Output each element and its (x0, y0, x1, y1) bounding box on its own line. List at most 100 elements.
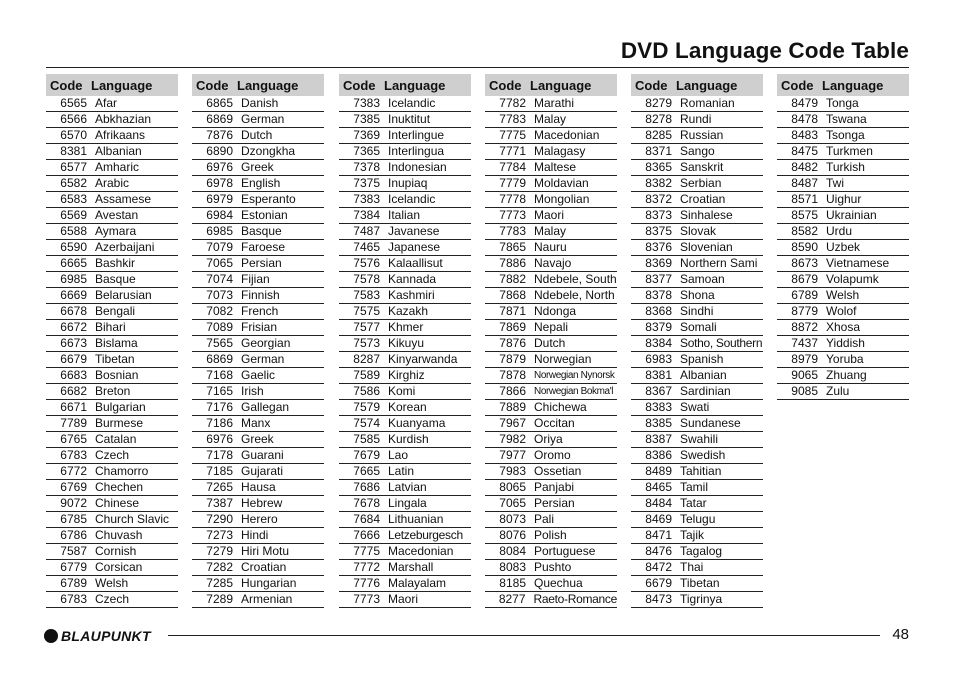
language-name: Bosnian (95, 368, 139, 382)
footer-divider (168, 635, 880, 636)
language-code: 8471 (645, 528, 672, 542)
language-code: 8287 (353, 352, 380, 366)
language-code: 7784 (499, 160, 526, 174)
table-row: 7073 Finnish (192, 288, 324, 304)
table-row: 7577 Khmer (339, 320, 471, 336)
language-code: 7865 (499, 240, 526, 254)
language-name: Yoruba (826, 352, 864, 366)
table-row: 7775 Macedonian (339, 544, 471, 560)
language-code: 7573 (353, 336, 380, 350)
language-code: 9072 (60, 496, 87, 510)
language-name: Avestan (95, 208, 139, 222)
language-name: Tonga (826, 96, 859, 110)
language-code: 8465 (645, 480, 672, 494)
language-code: 7168 (206, 368, 233, 382)
language-name: Bihari (95, 320, 126, 334)
language-name: Maltese (534, 160, 577, 174)
language-name: Spanish (680, 352, 724, 366)
language-code: 7773 (499, 208, 526, 222)
language-name: Welsh (826, 288, 860, 302)
language-name: Ossetian (534, 464, 582, 478)
language-name: Croatian (680, 192, 726, 206)
language-code: 8575 (791, 208, 818, 222)
table-row: 8479 Tonga (777, 96, 909, 112)
table-row: 8285 Russian (631, 128, 763, 144)
language-code: 7587 (60, 544, 87, 558)
table-row: 8083 Pushto (485, 560, 617, 576)
table-row: 6682 Breton (46, 384, 178, 400)
language-code: 8478 (791, 112, 818, 126)
table-header: Code Language (339, 74, 471, 96)
language-name: Zhuang (826, 368, 867, 382)
language-name: Latin (388, 464, 415, 478)
language-name: Kirghiz (388, 368, 425, 382)
table-header: Code Language (631, 74, 763, 96)
table-row: 7589 Kirghiz (339, 368, 471, 384)
language-name: Ndonga (534, 304, 577, 318)
language-code: 8872 (791, 320, 818, 334)
language-code: 8076 (499, 528, 526, 542)
language-name: Maori (534, 208, 565, 222)
language-name: Chichewa (534, 400, 587, 414)
language-code: 7285 (206, 576, 233, 590)
table-row: 7783 Malay (485, 224, 617, 240)
language-name: Occitan (534, 416, 575, 430)
language-name: Nauru (534, 240, 567, 254)
table-row: 8465 Tamil (631, 480, 763, 496)
language-code: 7185 (206, 464, 233, 478)
language-code: 6772 (60, 464, 87, 478)
language-name: Corsican (95, 560, 143, 574)
language-name: Macedonian (388, 544, 454, 558)
table-row: 9065 Zhuang (777, 368, 909, 384)
table-row: 8376 Slovenian (631, 240, 763, 256)
language-name: Esperanto (241, 192, 296, 206)
language-name: Romanian (680, 96, 735, 110)
table-row: 8384 Sotho, Southern (631, 336, 763, 352)
language-code: 6669 (60, 288, 87, 302)
language-table-1: Code Language 6565 Afar 6566 Abkhazian 6570 Afr… (46, 74, 178, 608)
language-name: Norwegian Nynorsk (534, 370, 615, 381)
language-code: 7487 (353, 224, 380, 238)
table-row: 8287 Kinyarwanda (339, 352, 471, 368)
language-name: Marathi (534, 96, 575, 110)
language-name: Dzongkha (241, 144, 296, 158)
table-row: 7079 Faroese (192, 240, 324, 256)
table-row: 6583 Assamese (46, 192, 178, 208)
language-name: Hungarian (241, 576, 297, 590)
language-code: 6789 (791, 288, 818, 302)
language-code: 7178 (206, 448, 233, 462)
language-code: 8371 (645, 144, 672, 158)
language-name: Lithuanian (388, 512, 444, 526)
language-name: Frisian (241, 320, 278, 334)
language-name: Hebrew (241, 496, 283, 510)
table-row: 6976 Greek (192, 160, 324, 176)
table-row: 7886 Navajo (485, 256, 617, 272)
language-name: Tigrinya (680, 592, 723, 606)
language-name: Estonian (241, 208, 288, 222)
language-name: Church Slavic (95, 512, 170, 526)
language-name: Oromo (534, 448, 571, 462)
language-name: Kannada (388, 272, 437, 286)
header-language: Language (237, 77, 299, 93)
language-name: Zulu (826, 384, 850, 398)
table-row: 8367 Sardinian (631, 384, 763, 400)
language-code: 7065 (499, 496, 526, 510)
language-code: 7289 (206, 592, 233, 606)
language-name: Volapumk (826, 272, 879, 286)
language-code: 8377 (645, 272, 672, 286)
language-name: Sindhi (680, 304, 714, 318)
language-code: 6789 (60, 576, 87, 590)
language-code: 6665 (60, 256, 87, 270)
table-row: 7383 Icelandic (339, 192, 471, 208)
table-row: 8076 Polish (485, 528, 617, 544)
table-row: 8375 Slovak (631, 224, 763, 240)
language-name: Northern Sami (680, 256, 758, 270)
language-name: Bulgarian (95, 400, 146, 414)
language-name: Persian (534, 496, 575, 510)
table-header: Code Language (46, 74, 178, 96)
language-code: 6869 (206, 112, 233, 126)
language-name: Finnish (241, 288, 280, 302)
language-code: 7686 (353, 480, 380, 494)
language-name: Manx (241, 416, 271, 430)
language-name: Indonesian (388, 160, 447, 174)
